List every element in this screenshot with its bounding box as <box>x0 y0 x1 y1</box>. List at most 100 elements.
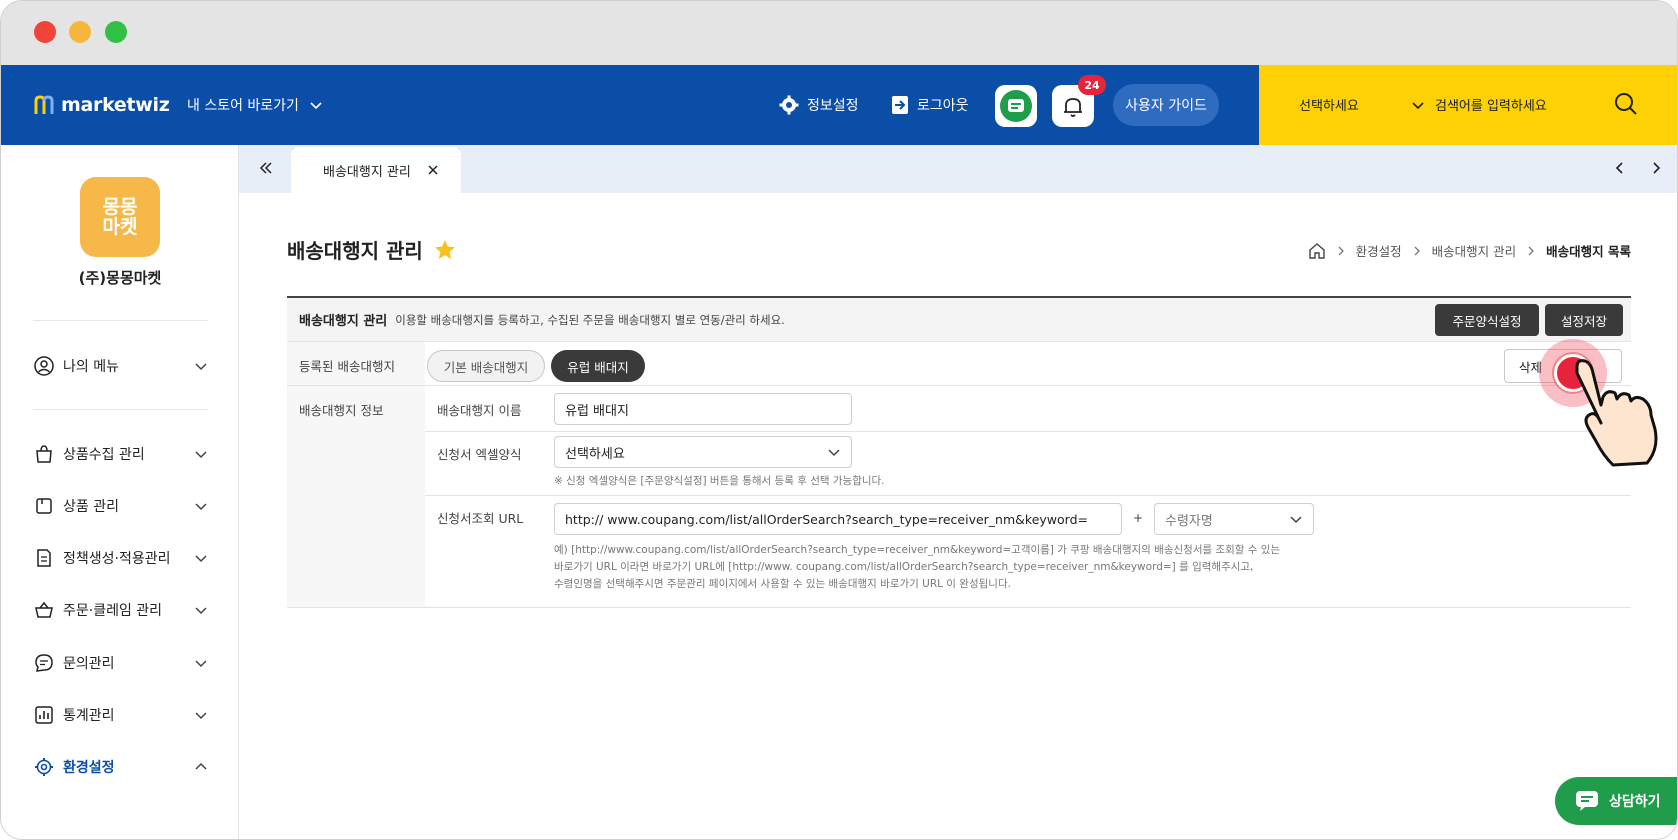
sidebar-divider <box>33 409 208 410</box>
url-label: 신청서조회 URL <box>437 511 524 526</box>
delivery-agent-panel: 배송대행지 관리 이용할 배송대행지를 등록하고, 수집된 주문을 배송대행지 … <box>287 296 1631 608</box>
chevron-down-icon <box>195 607 207 615</box>
sidebar-item-product-management[interactable]: 상품 관리 <box>33 494 208 518</box>
agent-name-value: 유럽 배대지 <box>565 403 629 419</box>
chevron-right-icon <box>1338 246 1344 255</box>
sidebar-item-label: 상품 관리 <box>63 499 119 515</box>
chevron-down-icon <box>828 449 840 457</box>
search-category-select[interactable]: 선택하세요 <box>1299 95 1425 114</box>
chevron-down-icon <box>1412 101 1424 109</box>
excel-format-label: 신청서 엑셀양식 <box>437 447 522 462</box>
marketwiz-logo-icon <box>34 95 54 114</box>
breadcrumb-item[interactable]: 환경설정 <box>1356 241 1402 260</box>
maximize-window-button[interactable] <box>105 21 127 43</box>
consult-button-label: 상담하기 <box>1609 794 1661 810</box>
logo-text: marketwiz <box>61 94 170 116</box>
url-help-line: 바로가기 URL 이라면 바로가기 URL에 [http://www. coup… <box>554 561 1254 573</box>
search-icon[interactable] <box>1613 91 1639 117</box>
store-logo: 몽몽마켓 <box>80 177 160 257</box>
chat-bubble-icon <box>33 652 55 674</box>
chevron-left-icon[interactable] <box>1611 159 1629 177</box>
url-help-line: 수령인명을 선택해주시면 주문관리 페이지에서 사용할 수 있는 배송대행지 바… <box>554 578 1011 590</box>
chevron-down-icon <box>195 660 207 668</box>
close-icon[interactable] <box>427 164 439 176</box>
logout-link[interactable]: 로그아웃 <box>891 95 969 115</box>
sidebar-item-settings[interactable]: 환경설정 <box>33 755 208 779</box>
sidebar-item-label: 환경설정 <box>63 760 115 776</box>
home-icon[interactable] <box>1308 242 1326 260</box>
recipient-field-select[interactable]: 수령자명 <box>1154 503 1314 535</box>
breadcrumb-current: 배송대행지 목록 <box>1546 244 1631 259</box>
bag-icon <box>33 443 55 465</box>
recipient-field-value: 수령자명 <box>1165 513 1213 529</box>
sidebar-divider <box>33 320 208 321</box>
order-format-settings-button[interactable]: 주문양식설정 <box>1435 304 1539 336</box>
excel-format-help: ※ 신청 엑셀양식은 [주문양식설정] 버튼을 통해서 등록 후 선택 가능합니… <box>554 475 885 487</box>
europe-agent-chip[interactable]: 유럽 배대지 <box>551 350 645 382</box>
agent-info-label: 배송대행지 정보 <box>287 386 425 607</box>
logout-icon <box>892 96 908 114</box>
url-help-line: 예) [http://www.coupang.com/list/allOrder… <box>554 544 1281 556</box>
tab-label: 배송대행지 관리 <box>323 164 411 180</box>
messenger-button[interactable] <box>995 85 1037 127</box>
chevron-down-icon <box>1290 516 1302 524</box>
chevron-down-icon <box>195 712 207 720</box>
url-value: http:// www.coupang.com/list/allOrderSea… <box>565 511 1088 527</box>
store-link[interactable]: 내 스토어 바로가기 <box>187 95 323 115</box>
gear-icon <box>779 95 799 115</box>
window-titlebar <box>1 1 1677 65</box>
info-settings-link[interactable]: 정보설정 <box>779 95 859 115</box>
tab-delivery-agent[interactable]: 배송대행지 관리 <box>291 147 461 193</box>
bar-chart-icon <box>33 704 55 726</box>
registered-agents-row: 등록된 배송대행지 기본 배송대행지 유럽 배대지 삭제 <box>287 342 1631 386</box>
store-link-label: 내 스토어 바로가기 <box>187 98 299 114</box>
chevron-right-icon <box>1414 246 1420 255</box>
sidebar-item-label: 문의관리 <box>63 656 115 672</box>
double-chevron-left-icon[interactable] <box>257 159 275 177</box>
default-agent-chip[interactable]: 기본 배송대행지 <box>427 350 545 382</box>
notification-count-badge: 24 <box>1078 75 1106 95</box>
store-logo-text: 몽몽마켓 <box>102 196 138 238</box>
chevron-right-icon <box>1528 246 1535 255</box>
agent-info-row: 배송대행지 정보 배송대행지 이름 유럽 배대지 신청서 엑셀양식 선택하세요 … <box>287 386 1631 608</box>
sidebar-item-inquiry[interactable]: 문의관리 <box>33 651 208 675</box>
star-icon[interactable] <box>433 238 457 262</box>
panel-description: 이용할 배송대행지를 등록하고, 수집된 주문을 배송대행지 별로 연동/관리 … <box>395 312 785 327</box>
tab-bar: 배송대행지 관리 <box>239 145 1677 193</box>
sidebar-item-my-menu[interactable]: 나의 메뉴 <box>33 354 208 378</box>
box-icon <box>33 495 55 517</box>
minimize-window-button[interactable] <box>69 21 91 43</box>
url-input[interactable]: http:// www.coupang.com/list/allOrderSea… <box>554 503 1122 535</box>
user-guide-button[interactable]: 사용자 가이드 <box>1113 84 1219 126</box>
chevron-up-icon <box>195 762 207 770</box>
page-title: 배송대행지 관리 <box>287 235 457 264</box>
breadcrumb-item[interactable]: 배송대행지 관리 <box>1432 241 1516 260</box>
save-settings-button[interactable]: 설정저장 <box>1545 304 1623 336</box>
sidebar-item-label: 정책생성·적용관리 <box>63 551 171 567</box>
gear-icon <box>33 756 55 778</box>
panel-heading: 배송대행지 관리 <box>299 314 388 329</box>
sidebar-item-label: 주문·클레임 관리 <box>63 603 163 619</box>
panel-header: 배송대행지 관리 이용할 배송대행지를 등록하고, 수집된 주문을 배송대행지 … <box>287 298 1631 342</box>
close-window-button[interactable] <box>34 21 56 43</box>
consult-button[interactable]: 상담하기 <box>1555 777 1677 825</box>
user-icon <box>33 355 55 377</box>
sidebar-item-order-claim[interactable]: 주문·클레임 관리 <box>33 598 208 622</box>
sidebar: 몽몽마켓 (주)몽몽마켓 나의 메뉴 상품수집 관리 상품 관리 정책생성·적용… <box>1 145 239 839</box>
bell-icon <box>1064 98 1082 117</box>
agent-name-input[interactable]: 유럽 배대지 <box>554 393 852 425</box>
sidebar-item-label: 나의 메뉴 <box>63 359 119 375</box>
sidebar-item-product-collection[interactable]: 상품수집 관리 <box>33 442 208 466</box>
excel-format-select[interactable]: 선택하세요 <box>554 436 852 468</box>
search-area: 선택하세요 검색어를 입력하세요 <box>1259 65 1677 145</box>
chevron-right-icon[interactable] <box>1647 159 1665 177</box>
app-window: marketwiz 내 스토어 바로가기 정보설정 로그아웃 24 사용자 가이… <box>0 0 1678 840</box>
sidebar-item-statistics[interactable]: 통계관리 <box>33 703 208 727</box>
search-category-value: 선택하세요 <box>1299 99 1359 114</box>
chevron-down-icon <box>195 451 207 459</box>
search-input[interactable]: 검색어를 입력하세요 <box>1435 95 1547 114</box>
chevron-down-icon <box>195 363 207 371</box>
marketwiz-logo[interactable]: marketwiz <box>33 91 170 119</box>
sidebar-item-policy[interactable]: 정책생성·적용관리 <box>33 546 208 570</box>
name-subrow: 배송대행지 이름 유럽 배대지 <box>425 386 1631 432</box>
